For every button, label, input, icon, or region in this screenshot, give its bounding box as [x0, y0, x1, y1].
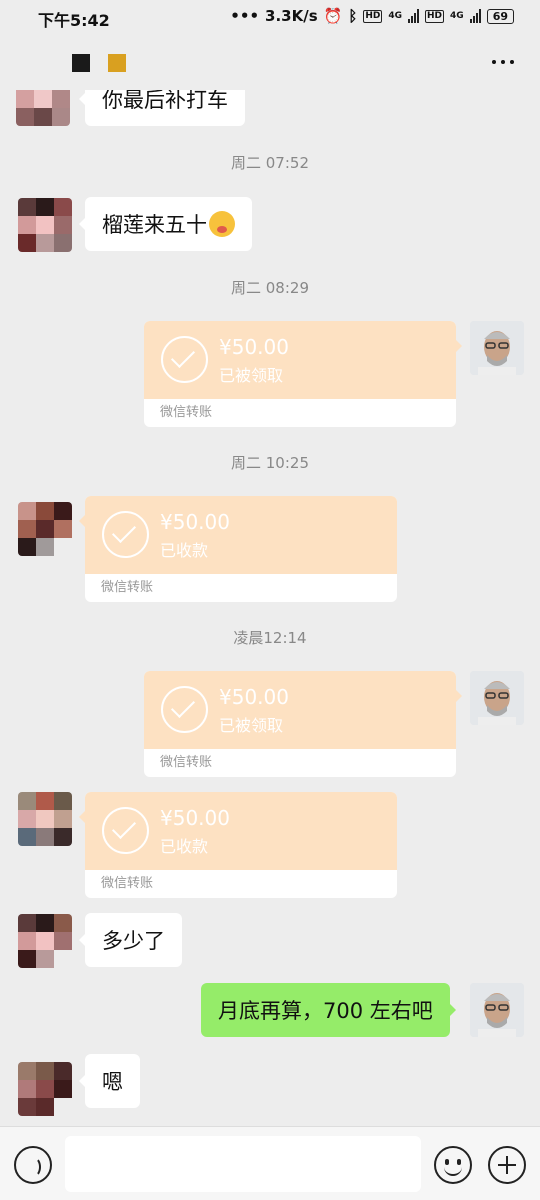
check-circle-icon — [161, 686, 208, 733]
title-pixel-block-black — [72, 54, 90, 72]
chat-title-bar — [0, 36, 540, 90]
transfer-label: 微信转账 — [101, 580, 154, 595]
status-bar: 下午5:42 ••• 3.3K/s ⏰ ᛒ HD 4G HD 4G 69 — [0, 0, 540, 36]
emoji-drooling-face-icon — [209, 211, 235, 237]
hd-badge: HD — [363, 9, 383, 23]
transfer-card[interactable]: ¥50.00 已收款 微信转账 — [79, 792, 397, 898]
transfer-status: 已收款 — [160, 541, 209, 560]
transfer-amount: ¥50.00 — [219, 685, 289, 709]
transfer-card-body: ¥50.00 已收款 — [85, 792, 397, 870]
avatar[interactable] — [18, 1062, 72, 1116]
title-pixel-block-orange — [108, 54, 126, 72]
avatar[interactable] — [16, 90, 70, 126]
message-text: 榴莲来五十 — [102, 213, 207, 237]
message-input[interactable] — [65, 1136, 421, 1192]
my-message-bubble[interactable]: 月底再算，700 左右吧 — [201, 983, 456, 1037]
user-photo-icon — [470, 671, 524, 725]
transfer-card-body: ¥50.00 已被领取 — [144, 321, 456, 399]
transfer-amount: ¥50.00 — [160, 806, 230, 830]
signal-label-2: 4G — [450, 11, 464, 21]
message-text: 多少了 — [102, 929, 165, 953]
avatar[interactable] — [18, 792, 72, 846]
transfer-amount: ¥50.00 — [160, 510, 230, 534]
message-bubble[interactable]: 榴莲来五十 — [79, 197, 252, 251]
avatar[interactable] — [18, 198, 72, 252]
transfer-card[interactable]: ¥50.00 已被领取 微信转账 — [144, 321, 462, 427]
avatar[interactable] — [18, 502, 72, 556]
check-circle-icon — [102, 807, 149, 854]
message-text: 你最后补打车 — [102, 90, 228, 112]
timestamp: 周二 10:25 — [231, 454, 309, 472]
signal-label: 4G — [388, 11, 403, 21]
transfer-amount: ¥50.00 — [219, 335, 289, 359]
transfer-card[interactable]: ¥50.00 已被领取 微信转账 — [144, 671, 462, 777]
transfer-label: 微信转账 — [160, 405, 213, 420]
bluetooth-icon: ᛒ — [348, 7, 358, 25]
my-avatar[interactable] — [470, 983, 524, 1037]
status-time: 下午5:42 — [38, 11, 110, 30]
check-circle-icon — [102, 511, 149, 558]
transfer-label: 微信转账 — [160, 755, 213, 770]
alarm-icon: ⏰ — [323, 7, 343, 25]
message-bubble[interactable]: 多少了 — [79, 913, 182, 967]
input-bar — [0, 1126, 540, 1200]
timestamp: 凌晨12:14 — [233, 629, 307, 647]
signal-icon — [408, 9, 420, 23]
transfer-status: 已被领取 — [219, 366, 284, 385]
chat-messages[interactable]: 你最后补打车 周二 07:52 榴莲来五十 周二 08:29 ¥50.00 已被… — [0, 90, 540, 1126]
transfer-card[interactable]: ¥50.00 已收款 微信转账 — [79, 496, 397, 602]
hd-badge-2: HD — [425, 9, 445, 23]
transfer-label: 微信转账 — [101, 876, 154, 891]
avatar[interactable] — [18, 914, 72, 968]
my-avatar[interactable] — [470, 321, 524, 375]
transfer-status: 已被领取 — [219, 716, 284, 735]
emoji-icon[interactable] — [434, 1146, 472, 1184]
signal-icon-2 — [469, 9, 481, 23]
message-bubble[interactable]: 你最后补打车 — [79, 90, 245, 126]
transfer-status: 已收款 — [160, 837, 209, 856]
transfer-card-body: ¥50.00 已收款 — [85, 496, 397, 574]
message-text: 月底再算，700 左右吧 — [218, 999, 433, 1023]
timestamp: 周二 07:52 — [231, 154, 309, 172]
net-speed: 3.3K/s — [265, 7, 318, 25]
user-photo-icon — [470, 983, 524, 1037]
more-horizontal-icon[interactable] — [492, 60, 514, 64]
check-circle-icon — [161, 336, 208, 383]
battery-icon: 69 — [486, 8, 514, 24]
status-icons: ••• 3.3K/s ⏰ ᛒ HD 4G HD 4G 69 — [230, 7, 514, 25]
plus-icon[interactable] — [488, 1146, 526, 1184]
timestamp: 周二 08:29 — [231, 279, 309, 297]
user-photo-icon — [470, 321, 524, 375]
voice-input-icon[interactable] — [14, 1146, 52, 1184]
message-text: 嗯 — [102, 1070, 123, 1094]
transfer-card-body: ¥50.00 已被领取 — [144, 671, 456, 749]
message-bubble[interactable]: 嗯 — [79, 1054, 140, 1108]
dots-icon: ••• — [230, 7, 260, 25]
my-avatar[interactable] — [470, 671, 524, 725]
